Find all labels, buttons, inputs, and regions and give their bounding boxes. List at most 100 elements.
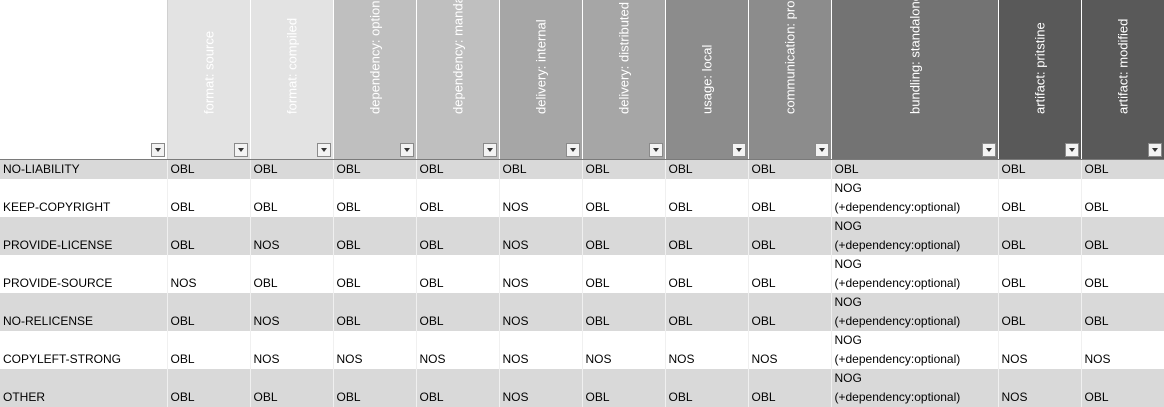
row-label-cell[interactable]: PROVIDE-LICENSE <box>0 217 167 255</box>
table-cell[interactable]: NOS <box>250 217 333 255</box>
column-header-label: delivery: distributed <box>616 2 631 114</box>
table-cell[interactable]: OBL <box>665 160 748 180</box>
table-cell[interactable]: NOS <box>167 255 250 293</box>
table-cell[interactable]: NOS <box>250 293 333 331</box>
filter-dropdown-icon[interactable] <box>483 143 497 157</box>
table-cell[interactable]: OBL <box>416 369 499 407</box>
table-cell[interactable]: OBL <box>416 160 499 180</box>
filter-dropdown-icon[interactable] <box>1065 143 1079 157</box>
corner-header-cell <box>0 0 167 160</box>
table-cell[interactable]: OBL <box>167 293 250 331</box>
table-cell[interactable]: OBL <box>250 179 333 217</box>
table-cell[interactable]: NOG(+dependency:optional) <box>831 217 998 255</box>
filter-dropdown-icon[interactable] <box>649 143 663 157</box>
table-cell[interactable]: OBL <box>582 255 665 293</box>
table-cell[interactable]: NOS <box>998 331 1081 369</box>
table-cell[interactable]: OBL <box>333 293 416 331</box>
table-cell[interactable]: OBL <box>998 293 1081 331</box>
table-cell[interactable]: OBL <box>333 160 416 180</box>
table-cell[interactable]: OBL <box>499 160 582 180</box>
table-cell[interactable]: OBL <box>1081 369 1164 407</box>
row-label-cell[interactable]: NO-LIABILITY <box>0 160 167 180</box>
filter-dropdown-icon[interactable] <box>982 143 996 157</box>
table-cell[interactable]: OBL <box>333 179 416 217</box>
table-cell[interactable]: NOS <box>748 331 831 369</box>
table-cell[interactable]: OBL <box>582 217 665 255</box>
table-cell[interactable]: OBL <box>167 369 250 407</box>
table-cell[interactable]: NOG(+dependency:optional) <box>831 255 998 293</box>
table-cell[interactable]: OBL <box>416 255 499 293</box>
table-cell[interactable]: NOS <box>250 331 333 369</box>
table-cell[interactable]: OBL <box>1081 179 1164 217</box>
table-cell[interactable]: NOG(+dependency:optional) <box>831 369 998 407</box>
table-cell[interactable]: OBL <box>582 160 665 180</box>
table-cell[interactable]: OBL <box>748 255 831 293</box>
table-cell[interactable]: NOS <box>499 369 582 407</box>
row-label-cell[interactable]: OTHER <box>0 369 167 407</box>
table-cell[interactable]: NOS <box>665 331 748 369</box>
table-cell[interactable]: OBL <box>167 217 250 255</box>
table-cell[interactable]: OBL <box>250 160 333 180</box>
table-cell[interactable]: NOS <box>499 179 582 217</box>
table-cell[interactable]: OBL <box>748 369 831 407</box>
table-cell[interactable]: OBL <box>998 160 1081 180</box>
table-cell[interactable]: OBL <box>582 369 665 407</box>
table-cell[interactable]: OBL <box>665 369 748 407</box>
table-cell[interactable]: OBL <box>831 160 998 180</box>
table-cell[interactable]: OBL <box>416 217 499 255</box>
table-cell[interactable]: OBL <box>748 179 831 217</box>
filter-dropdown-icon[interactable] <box>151 143 165 157</box>
table-cell[interactable]: OBL <box>665 293 748 331</box>
cell-text-line: (+dependency:optional) <box>835 236 995 255</box>
table-cell[interactable]: OBL <box>333 369 416 407</box>
filter-dropdown-icon[interactable] <box>1148 143 1162 157</box>
table-cell[interactable]: NOS <box>416 331 499 369</box>
table-cell[interactable]: OBL <box>416 179 499 217</box>
cell-text-line: NOG <box>835 179 995 198</box>
table-cell[interactable]: OBL <box>167 160 250 180</box>
row-label-cell[interactable]: KEEP-COPYRIGHT <box>0 179 167 217</box>
row-label-cell[interactable]: PROVIDE-SOURCE <box>0 255 167 293</box>
table-cell[interactable]: OBL <box>167 179 250 217</box>
table-cell[interactable]: NOG(+dependency:optional) <box>831 179 998 217</box>
table-cell[interactable]: NOS <box>1081 331 1164 369</box>
table-cell[interactable]: NOS <box>499 255 582 293</box>
table-cell[interactable]: OBL <box>333 217 416 255</box>
table-cell[interactable]: NOG(+dependency:optional) <box>831 331 998 369</box>
filter-dropdown-icon[interactable] <box>234 143 248 157</box>
filter-dropdown-icon[interactable] <box>400 143 414 157</box>
table-cell[interactable]: OBL <box>1081 255 1164 293</box>
table-cell[interactable]: OBL <box>998 255 1081 293</box>
table-cell[interactable]: OBL <box>416 293 499 331</box>
table-cell[interactable]: OBL <box>998 179 1081 217</box>
table-cell[interactable]: NOS <box>998 369 1081 407</box>
table-cell[interactable]: OBL <box>665 217 748 255</box>
filter-dropdown-icon[interactable] <box>317 143 331 157</box>
table-cell[interactable]: OBL <box>1081 217 1164 255</box>
table-cell[interactable]: OBL <box>998 217 1081 255</box>
row-label-cell[interactable]: COPYLEFT-STRONG <box>0 331 167 369</box>
table-cell[interactable]: OBL <box>1081 293 1164 331</box>
table-cell[interactable]: OBL <box>748 160 831 180</box>
table-cell[interactable]: OBL <box>250 369 333 407</box>
table-cell[interactable]: OBL <box>333 255 416 293</box>
filter-dropdown-icon[interactable] <box>566 143 580 157</box>
table-cell[interactable]: OBL <box>748 217 831 255</box>
table-cell[interactable]: NOS <box>499 293 582 331</box>
filter-dropdown-icon[interactable] <box>732 143 746 157</box>
table-cell[interactable]: OBL <box>665 179 748 217</box>
table-cell[interactable]: NOS <box>499 217 582 255</box>
table-cell[interactable]: OBL <box>748 293 831 331</box>
table-cell[interactable]: OBL <box>1081 160 1164 180</box>
table-cell[interactable]: NOS <box>582 331 665 369</box>
table-cell[interactable]: NOS <box>499 331 582 369</box>
table-cell[interactable]: OBL <box>582 179 665 217</box>
table-cell[interactable]: NOS <box>333 331 416 369</box>
table-cell[interactable]: OBL <box>582 293 665 331</box>
table-cell[interactable]: OBL <box>250 255 333 293</box>
filter-dropdown-icon[interactable] <box>815 143 829 157</box>
table-cell[interactable]: OBL <box>167 331 250 369</box>
table-cell[interactable]: OBL <box>665 255 748 293</box>
table-cell[interactable]: NOG(+dependency:optional) <box>831 293 998 331</box>
row-label-cell[interactable]: NO-RELICENSE <box>0 293 167 331</box>
